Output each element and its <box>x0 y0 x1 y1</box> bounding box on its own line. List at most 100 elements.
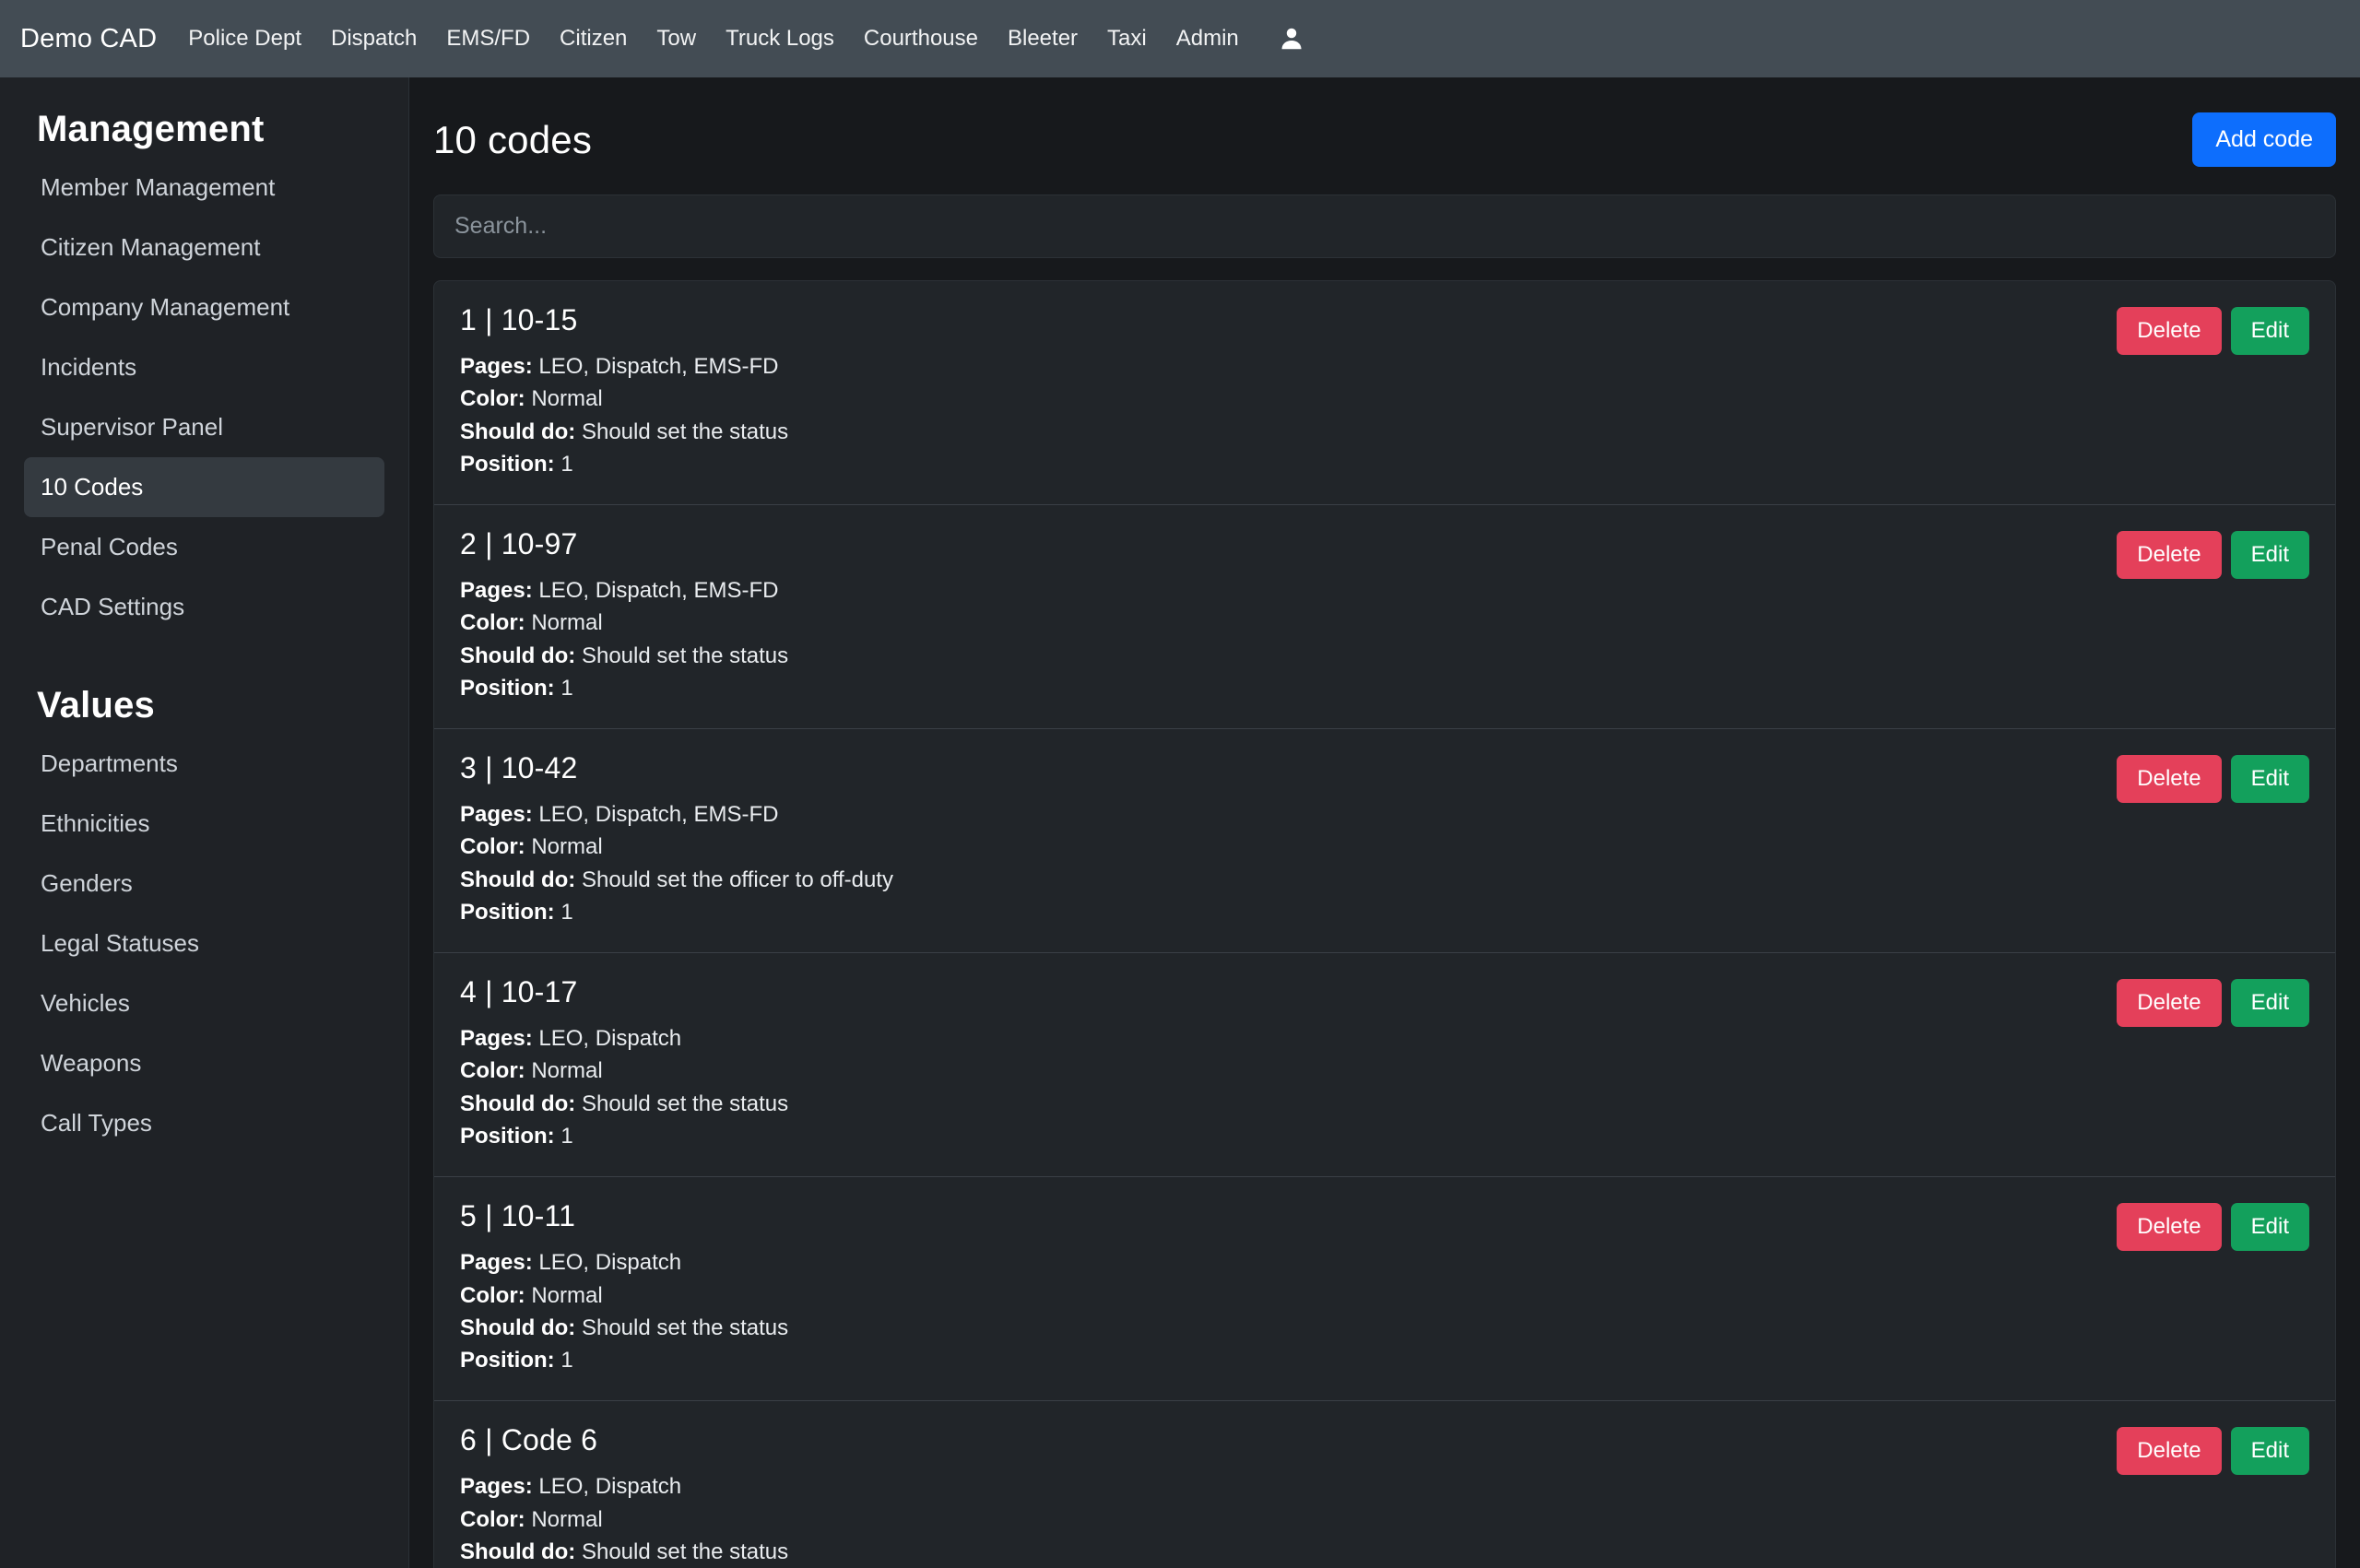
code-should-do-value: Should set the status <box>581 1315 789 1340</box>
code-color-label: Color: <box>460 1058 525 1084</box>
code-should-do-label: Should do: <box>460 419 576 444</box>
code-position-label: Position: <box>460 1348 555 1373</box>
brand-logo[interactable]: Demo CAD <box>13 24 173 54</box>
code-color-value: Normal <box>531 386 603 412</box>
sidebar: Management Member Management Citizen Manag… <box>0 77 409 1568</box>
code-should-do: Should do: Should set the status <box>460 1088 788 1120</box>
sidebar-item-incidents[interactable]: Incidents <box>24 337 384 397</box>
code-color-value: Normal <box>531 1058 603 1084</box>
code-pages-label: Pages: <box>460 1250 533 1276</box>
nav-link-truck-logs[interactable]: Truck Logs <box>711 20 849 57</box>
edit-button[interactable]: Edit <box>2230 1203 2309 1252</box>
delete-button[interactable]: Delete <box>2117 531 2222 580</box>
code-position: Position: 1 <box>460 896 893 928</box>
nav-link-police-dept[interactable]: Police Dept <box>173 20 316 57</box>
nav-link-taxi[interactable]: Taxi <box>1092 20 1162 57</box>
edit-button[interactable]: Edit <box>2230 755 2309 804</box>
user-icon <box>1278 25 1305 57</box>
code-should-do: Should do: Should set the status <box>460 416 788 448</box>
code-position: Position: 1 <box>460 672 788 704</box>
sidebar-item-penal-codes[interactable]: Penal Codes <box>24 517 384 577</box>
sidebar-item-weapons[interactable]: Weapons <box>24 1033 384 1093</box>
nav-link-citizen[interactable]: Citizen <box>545 20 642 57</box>
code-color-value: Normal <box>531 834 603 860</box>
sidebar-item-cad-settings[interactable]: CAD Settings <box>24 577 384 637</box>
edit-button[interactable]: Edit <box>2230 1427 2309 1476</box>
search-input[interactable] <box>433 195 2336 258</box>
code-should-do-value: Should set the status <box>581 419 789 444</box>
delete-button[interactable]: Delete <box>2117 1427 2222 1476</box>
code-pages-value: LEO, Dispatch, EMS-FD <box>538 802 779 828</box>
code-pages-label: Pages: <box>460 578 533 604</box>
sidebar-item-member-management[interactable]: Member Management <box>24 158 384 218</box>
nav-link-bleeter[interactable]: Bleeter <box>993 20 1092 57</box>
code-position-label: Position: <box>460 451 555 477</box>
delete-button[interactable]: Delete <box>2117 1203 2222 1252</box>
sidebar-item-supervisor-panel[interactable]: Supervisor Panel <box>24 397 384 457</box>
edit-button[interactable]: Edit <box>2230 979 2309 1028</box>
delete-button[interactable]: Delete <box>2117 755 2222 804</box>
sidebar-item-vehicles[interactable]: Vehicles <box>24 973 384 1033</box>
code-pages-label: Pages: <box>460 1026 533 1052</box>
code-color-label: Color: <box>460 1506 525 1532</box>
code-should-do: Should do: Should set the status <box>460 1536 788 1568</box>
nav-link-tow[interactable]: Tow <box>642 20 711 57</box>
code-should-do-label: Should do: <box>460 1539 576 1564</box>
sidebar-item-departments[interactable]: Departments <box>24 734 384 794</box>
code-pages: Pages: LEO, Dispatch <box>460 1246 788 1279</box>
user-menu-button[interactable] <box>1254 21 1322 57</box>
code-position-value: 1 <box>560 1348 573 1373</box>
code-info: 4 | 10-17 Pages: LEO, Dispatch Color: Norm… <box>460 975 788 1152</box>
sidebar-item-citizen-management[interactable]: Citizen Management <box>24 218 384 277</box>
sidebar-item-ethnicities[interactable]: Ethnicities <box>24 794 384 854</box>
code-list: 1 | 10-15 Pages: LEO, Dispatch, EMS-FD Col… <box>433 280 2336 1568</box>
code-pages-value: LEO, Dispatch, EMS-FD <box>538 578 779 604</box>
code-color-label: Color: <box>460 834 525 860</box>
code-position-label: Position: <box>460 899 555 925</box>
nav-link-admin[interactable]: Admin <box>1162 20 1254 57</box>
nav-link-dispatch[interactable]: Dispatch <box>316 20 431 57</box>
sidebar-item-call-types[interactable]: Call Types <box>24 1093 384 1153</box>
code-row: 1 | 10-15 Pages: LEO, Dispatch, EMS-FD Col… <box>434 281 2335 506</box>
nav-link-ems-fd[interactable]: EMS/FD <box>431 20 545 57</box>
code-color: Color: Normal <box>460 383 788 415</box>
main-content: 10 codes Add code 1 | 10-15 Pages: LEO, D… <box>409 77 2360 1568</box>
page-title: 10 codes <box>433 117 593 161</box>
sidebar-item-legal-statuses[interactable]: Legal Statuses <box>24 914 384 973</box>
code-color-label: Color: <box>460 1282 525 1308</box>
code-color: Color: Normal <box>460 1055 788 1087</box>
code-info: 2 | 10-97 Pages: LEO, Dispatch, EMS-FD Col… <box>460 527 788 704</box>
sidebar-item-genders[interactable]: Genders <box>24 854 384 914</box>
sidebar-item-10-codes[interactable]: 10 Codes <box>24 457 384 517</box>
code-row: 4 | 10-17 Pages: LEO, Dispatch Color: Norm… <box>434 953 2335 1178</box>
row-actions: Delete Edit <box>2117 303 2309 355</box>
nav-link-courthouse[interactable]: Courthouse <box>849 20 993 57</box>
edit-button[interactable]: Edit <box>2230 531 2309 580</box>
row-actions: Delete Edit <box>2117 527 2309 580</box>
code-should-do: Should do: Should set the status <box>460 640 788 672</box>
code-pages-label: Pages: <box>460 354 533 379</box>
main-header: 10 codes Add code <box>433 77 2336 195</box>
row-actions: Delete Edit <box>2117 975 2309 1028</box>
code-should-do-label: Should do: <box>460 1091 576 1116</box>
code-title: 1 | 10-15 <box>460 303 578 336</box>
code-color: Color: Normal <box>460 607 788 639</box>
code-pages-label: Pages: <box>460 1474 533 1500</box>
row-actions: Delete Edit <box>2117 751 2309 804</box>
code-pages-value: LEO, Dispatch <box>538 1474 682 1500</box>
code-should-do-value: Should set the officer to off-duty <box>581 867 893 892</box>
delete-button[interactable]: Delete <box>2117 979 2222 1028</box>
code-should-do-value: Should set the status <box>581 643 789 668</box>
page-shell: Management Member Management Citizen Manag… <box>0 77 2360 1568</box>
edit-button[interactable]: Edit <box>2230 307 2309 355</box>
sidebar-heading-values: Values <box>37 685 155 725</box>
add-code-button[interactable]: Add code <box>2192 112 2336 167</box>
primary-nav: Police Dept Dispatch EMS/FD Citizen Tow Truck… <box>173 20 1254 57</box>
code-color-label: Color: <box>460 610 525 636</box>
code-position-value: 1 <box>560 1123 573 1149</box>
delete-button[interactable]: Delete <box>2117 307 2222 355</box>
code-color-value: Normal <box>531 1506 603 1532</box>
code-should-do-value: Should set the status <box>581 1539 789 1564</box>
code-row: 6 | Code 6 Pages: LEO, Dispatch Color: Nor… <box>434 1401 2335 1568</box>
sidebar-item-company-management[interactable]: Company Management <box>24 277 384 337</box>
